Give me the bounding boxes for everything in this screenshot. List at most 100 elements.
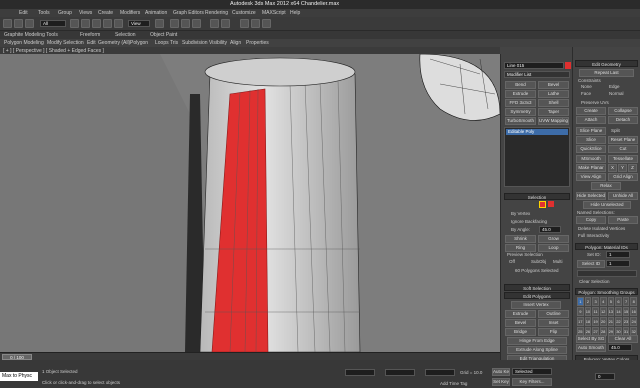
auto-key-button[interactable]: Auto Key (492, 368, 510, 376)
smoothing-group-button[interactable]: 10 (584, 307, 592, 316)
menu-create[interactable]: Create (98, 10, 113, 16)
taper-button[interactable]: Taper (538, 108, 569, 116)
render-setup-icon[interactable] (251, 19, 260, 28)
preview-multi-radio[interactable]: Multi (553, 259, 563, 264)
constraint-face-radio[interactable]: Face (581, 91, 591, 96)
cut-button[interactable]: Cut (608, 145, 638, 153)
paste-button[interactable]: Paste (608, 216, 638, 224)
loop-button[interactable]: Loop (538, 244, 569, 252)
detach-button[interactable]: Detach (608, 116, 638, 124)
bevel-poly-button[interactable]: Bevel (505, 319, 536, 327)
angle-field[interactable]: 45.0 (539, 226, 561, 233)
turbosmooth-button[interactable]: TurboSmooth (505, 117, 536, 125)
msmooth-button[interactable]: MSmooth (576, 155, 606, 163)
undo-icon[interactable] (3, 19, 12, 28)
smoothing-group-button[interactable]: 1 (577, 297, 584, 306)
grow-button[interactable]: Grow (538, 235, 569, 243)
bridge-button[interactable]: Bridge (505, 328, 536, 336)
unhide-all-button[interactable]: Unhide All (608, 192, 638, 200)
rotate-icon[interactable] (103, 19, 112, 28)
smoothing-group-button[interactable]: 13 (607, 307, 615, 316)
smoothing-group-button[interactable]: 23 (622, 317, 630, 326)
menu-customize[interactable]: Customize (232, 10, 256, 16)
select-object-icon[interactable] (70, 19, 79, 28)
modifier-list-dropdown[interactable]: Modifier List (504, 71, 570, 78)
time-slider[interactable]: 0 / 100 (0, 352, 500, 360)
menu-animation[interactable]: Animation (145, 10, 167, 16)
pivot-icon[interactable] (155, 19, 164, 28)
stack-item-editable-poly[interactable]: Editable Poly (506, 129, 568, 135)
split-checkbox[interactable]: Split (611, 128, 620, 133)
hide-unselected-button[interactable]: Hide Unselected (583, 201, 631, 209)
shrink-button[interactable]: Shrink (505, 235, 536, 243)
smoothing-group-button[interactable]: 2 (584, 297, 592, 306)
smoothing-group-button[interactable]: 7 (622, 297, 630, 306)
set-id-field[interactable]: 1 (606, 251, 630, 258)
menu-rendering[interactable]: Rendering (205, 10, 228, 16)
hide-selected-button[interactable]: Hide Selected (576, 192, 606, 200)
material-name-dropdown[interactable] (577, 270, 637, 277)
smoothing-group-button[interactable]: 3 (592, 297, 599, 306)
select-by-sg-button[interactable]: Select By SG (576, 335, 606, 343)
menu-maxscript[interactable]: MAXScript (262, 10, 286, 16)
smoothing-group-button[interactable]: 12 (599, 307, 607, 316)
reset-plane-button[interactable]: Reset Plane (608, 136, 638, 144)
smoothing-group-button[interactable]: 9 (577, 307, 584, 316)
ribbon-tris[interactable]: Tris (170, 40, 178, 46)
reference-coord-dropdown[interactable]: View (128, 20, 150, 27)
current-frame-field[interactable]: 0 (595, 373, 615, 380)
scale-icon[interactable] (114, 19, 123, 28)
z-coord-field[interactable] (425, 369, 455, 376)
planar-y-button[interactable]: Y (618, 164, 627, 172)
ffd-button[interactable]: FFD 3x3x3 (505, 99, 536, 107)
ribbon-tab-selection[interactable]: Selection (115, 32, 136, 38)
auto-smooth-button[interactable]: Auto Smooth (576, 344, 606, 352)
make-planar-button[interactable]: Make Planar (576, 164, 606, 172)
edit-geometry-header[interactable]: Edit Geometry (575, 60, 638, 67)
by-angle-checkbox[interactable]: By Angle: (511, 227, 530, 232)
align-icon[interactable] (221, 19, 230, 28)
auto-smooth-field[interactable]: 45.0 (608, 344, 632, 351)
smoothing-group-button[interactable]: 4 (599, 297, 607, 306)
inset-button[interactable]: Inset (538, 319, 569, 327)
maxscript-listener[interactable]: Max to Physc (0, 372, 38, 381)
object-color-swatch[interactable] (565, 62, 571, 69)
ribbon-edit[interactable]: Edit (87, 40, 96, 46)
selection-filter-dropdown[interactable]: All (40, 20, 66, 27)
attach-button[interactable]: Attach (576, 116, 606, 124)
ribbon-visibility[interactable]: Visibility (209, 40, 227, 46)
menu-group[interactable]: Group (58, 10, 72, 16)
collapse-button[interactable]: Collapse (608, 107, 638, 115)
material-ids-header[interactable]: Polygon: Material IDs (575, 243, 638, 250)
object-name-field[interactable]: Line 015 (504, 62, 564, 69)
symmetry-button[interactable]: Symmetry (505, 108, 536, 116)
element-mode-icon[interactable] (548, 201, 554, 207)
grid-align-button[interactable]: Grid Align (608, 173, 638, 181)
full-interactivity-checkbox[interactable]: Full Interactivity (578, 233, 609, 238)
menu-graph-editors[interactable]: Graph Editors (173, 10, 204, 16)
ribbon-tab-object-paint[interactable]: Object Paint (150, 32, 177, 38)
menu-tools[interactable]: Tools (38, 10, 50, 16)
by-vertex-checkbox[interactable]: By Vertex (511, 211, 530, 216)
ribbon-tab-graphite[interactable]: Graphite Modeling Tools (4, 32, 58, 38)
extrude-along-spline-button[interactable]: Extrude Along Spline (507, 346, 567, 354)
ribbon-properties[interactable]: Properties (246, 40, 269, 46)
preview-off-radio[interactable]: Off (509, 259, 515, 264)
constraint-edge-radio[interactable]: Edge (609, 84, 620, 89)
menu-edit[interactable]: Edit (19, 10, 28, 16)
smoothing-group-button[interactable]: 20 (599, 317, 607, 326)
angle-snap-icon[interactable] (181, 19, 190, 28)
smoothing-groups-header[interactable]: Polygon: Smoothing Groups (575, 288, 638, 295)
view-align-button[interactable]: View Align (576, 173, 606, 181)
copy-button[interactable]: Copy (576, 216, 606, 224)
smoothing-group-button[interactable]: 21 (607, 317, 615, 326)
smoothing-group-button[interactable]: 19 (592, 317, 599, 326)
y-coord-field[interactable] (385, 369, 415, 376)
flip-button[interactable]: Flip (538, 328, 569, 336)
add-time-tag[interactable]: Add Time Tag (440, 381, 467, 386)
tessellate-button[interactable]: Tessellate (608, 155, 638, 163)
smoothing-group-button[interactable]: 5 (607, 297, 615, 306)
extrude-mod-button[interactable]: Extrude (505, 90, 536, 98)
smoothing-group-button[interactable]: 24 (630, 317, 637, 326)
smoothing-group-button[interactable]: 14 (615, 307, 622, 316)
